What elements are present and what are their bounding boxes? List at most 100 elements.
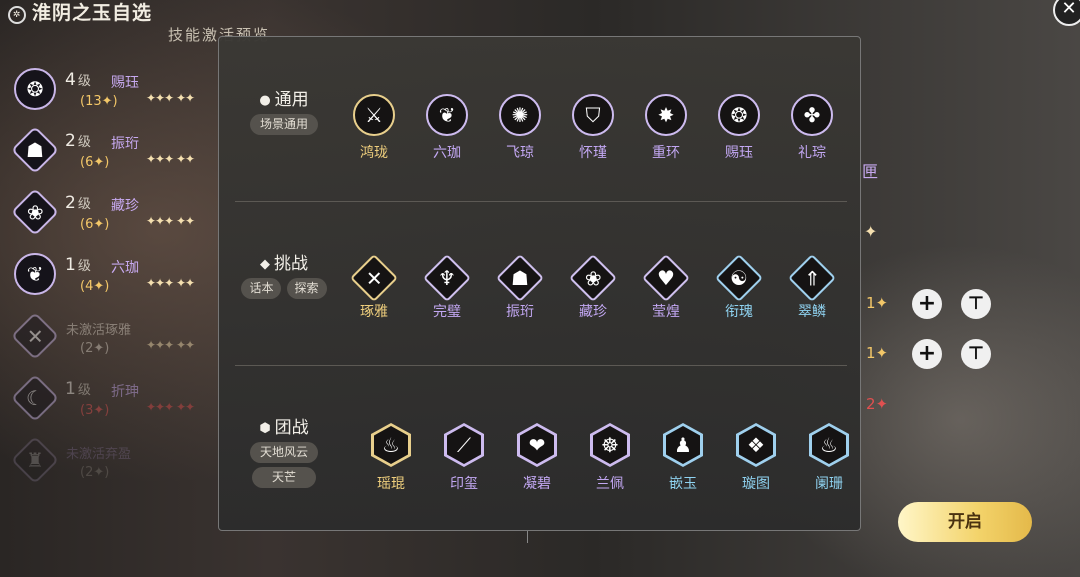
start-button[interactable]: 开启 — [898, 502, 1032, 542]
jade-lotus-icon: ❂ — [718, 94, 760, 136]
skill-label: 兰佩 — [596, 476, 624, 492]
hexagon-icon: ⬢ — [259, 421, 271, 436]
skill-label: 莹煌 — [652, 304, 680, 320]
tag-story[interactable]: 话本 — [241, 278, 282, 299]
skill-item[interactable]: ☸ 兰佩 — [584, 423, 636, 493]
add-button[interactable]: + — [912, 339, 942, 369]
skill-item[interactable]: ⇑ 翠鳞 — [786, 253, 838, 321]
tag-tianmang[interactable]: 天芒 — [251, 467, 316, 488]
skill-item[interactable]: ♨ 阑珊 — [803, 423, 855, 493]
meditation-icon: ☸ — [590, 423, 630, 467]
skill-item[interactable]: ♟ 嵌玉 — [657, 423, 709, 493]
roster-level: 1 — [65, 379, 76, 399]
roster-count: (2✦) — [80, 341, 110, 356]
skill-item[interactable]: ☯ 衔瑰 — [713, 253, 765, 321]
skill-label: 凝碧 — [523, 476, 551, 492]
tag-explore[interactable]: 探索 — [286, 278, 327, 299]
roster-item[interactable]: ✕ 未激活琢雅 (2✦) ✦✦✦ ✦✦ — [10, 311, 240, 367]
skill-label: 六珈 — [433, 145, 461, 161]
category-general: ● 通用 场景通用 — [233, 85, 335, 135]
skill-item[interactable]: ♨ 瑶琨 — [365, 423, 417, 493]
sprout-icon: ❦ — [426, 94, 468, 136]
add-button[interactable]: + — [912, 289, 942, 319]
skill-label: 鸿珑 — [360, 145, 388, 161]
roster-level-unit: 级 — [77, 259, 91, 274]
roster-name: 六珈 — [111, 260, 139, 276]
skill-item[interactable]: ✤ 礼琮 — [786, 94, 838, 162]
roster-item[interactable]: ❀ 2级 藏珍 (6✦) ✦✦✦ ✦✦ — [10, 187, 240, 243]
roster-stars: ✦✦✦ ✦✦ — [146, 276, 195, 290]
pin-button[interactable]: ⊤ — [961, 289, 991, 319]
category-name: 挑战 — [274, 254, 308, 274]
settings-icon[interactable]: ✲ — [8, 6, 26, 24]
skill-item[interactable]: ☗ 振珩 — [494, 253, 546, 321]
star-icon: ✦ — [864, 222, 878, 241]
phoenix-icon: ❀ — [10, 187, 60, 237]
roster-item[interactable]: ♜ 未激活弃盈 (2✦) — [10, 435, 240, 491]
tag-scene-general[interactable]: 场景通用 — [249, 114, 318, 135]
roster-item[interactable]: ☾ 1级 折珅 (3✦) ✦✦✦ ✦✦ — [10, 373, 240, 429]
skill-label: 完璧 — [433, 304, 461, 320]
page-title: ✲ 淮阴之玉自选 — [8, 0, 152, 25]
category-name: 通用 — [274, 90, 309, 110]
skill-label: 振珩 — [506, 304, 534, 320]
count-label: 2✦ — [866, 395, 889, 413]
skill-label: 璇图 — [742, 476, 770, 492]
pin-button[interactable]: ⊤ — [961, 339, 991, 369]
jade-lotus-icon: ❂ — [14, 68, 56, 110]
skill-item[interactable]: ⟋ 印玺 — [438, 423, 490, 493]
roster-level: 2 — [65, 131, 76, 151]
roster-level: 4 — [65, 70, 76, 90]
skill-item[interactable]: ⛉ 怀瑾 — [567, 94, 619, 162]
embrace-icon: ♆ — [422, 253, 472, 303]
skill-label: 印玺 — [450, 476, 478, 492]
skill-label: 重环 — [652, 145, 680, 161]
shield-heart-icon: ♥ — [641, 253, 691, 303]
roster-stars: ✦✦✦ ✦✦ — [146, 152, 195, 166]
skill-item[interactable]: ⚔ 鸿珑 — [348, 94, 400, 162]
close-icon: ✕ — [1061, 0, 1077, 19]
roster-item[interactable]: ❦ 1级 六珈 (4✦) ✦✦✦ ✦✦ — [10, 249, 240, 305]
page-title-text: 淮阴之玉自选 — [32, 2, 153, 24]
skill-item[interactable]: ✺ 飞琼 — [494, 94, 546, 162]
roster-name: 未激活弃盈 — [66, 447, 132, 462]
roster-item[interactable]: ☗ 2级 振珩 (6✦) ✦✦✦ ✦✦ — [10, 125, 240, 181]
category-challenge: ◆ 挑战 话本 探索 — [233, 249, 335, 299]
skill-label: 衔瑰 — [725, 304, 753, 320]
roster-level-unit: 级 — [77, 383, 91, 398]
skill-item[interactable]: ♆ 完璧 — [421, 253, 473, 321]
roster-item[interactable]: ❂ 4级 赐珏 (13✦) ✦✦✦ ✦✦ — [10, 64, 240, 120]
count-label: 1✦ — [866, 294, 889, 312]
roster-name: 折珅 — [111, 384, 139, 400]
fire-icon: ♨ — [809, 423, 849, 467]
skill-label: 琢雅 — [360, 304, 388, 320]
skill-item[interactable]: ❂ 赐珏 — [713, 94, 765, 162]
tag-world-event[interactable]: 天地风云 — [249, 442, 318, 463]
roster-stars: ✦✦✦ ✦✦ — [146, 91, 195, 105]
skill-item[interactable]: ✕ 琢雅 — [348, 253, 400, 321]
section-divider — [235, 365, 847, 366]
skill-label: 瑶琨 — [377, 476, 405, 492]
shield-burst-icon: ⛉ — [572, 94, 614, 136]
skill-item[interactable]: ❖ 璇图 — [730, 423, 782, 493]
skill-label: 飞琼 — [506, 145, 534, 161]
roster-count: (2✦) — [80, 465, 110, 480]
sprout-icon: ❦ — [14, 253, 56, 295]
roster-level: 2 — [65, 193, 76, 213]
skill-preview-panel: ● 通用 场景通用 ⚔ 鸿珑 ❦ 六珈 ✺ 飞琼 ⛉ 怀瑾 ✸ 重环 ❂ 赐珏 ✤ 礼琮 ◆ 挑战… — [218, 36, 861, 531]
roster-stars: ✦✦✦ ✦✦ — [146, 338, 195, 352]
beast-face-icon: ☗ — [495, 253, 545, 303]
skill-item[interactable]: ❤ 凝碧 — [511, 423, 563, 493]
skill-label: 翠鳞 — [798, 304, 826, 320]
skill-item[interactable]: ✸ 重环 — [640, 94, 692, 162]
dragon-icon: ☯ — [714, 253, 764, 303]
skill-item[interactable]: ❀ 藏珍 — [567, 253, 619, 321]
roster-level: 1 — [65, 255, 76, 275]
roster-level-unit: 级 — [77, 135, 91, 150]
skill-item[interactable]: ❦ 六珈 — [421, 94, 473, 162]
roster-name: 赐珏 — [111, 75, 139, 91]
skill-label: 赐珏 — [725, 145, 753, 161]
figure-icon: ♟ — [663, 423, 703, 467]
scroll-icon: ❖ — [736, 423, 776, 467]
skill-item[interactable]: ♥ 莹煌 — [640, 253, 692, 321]
